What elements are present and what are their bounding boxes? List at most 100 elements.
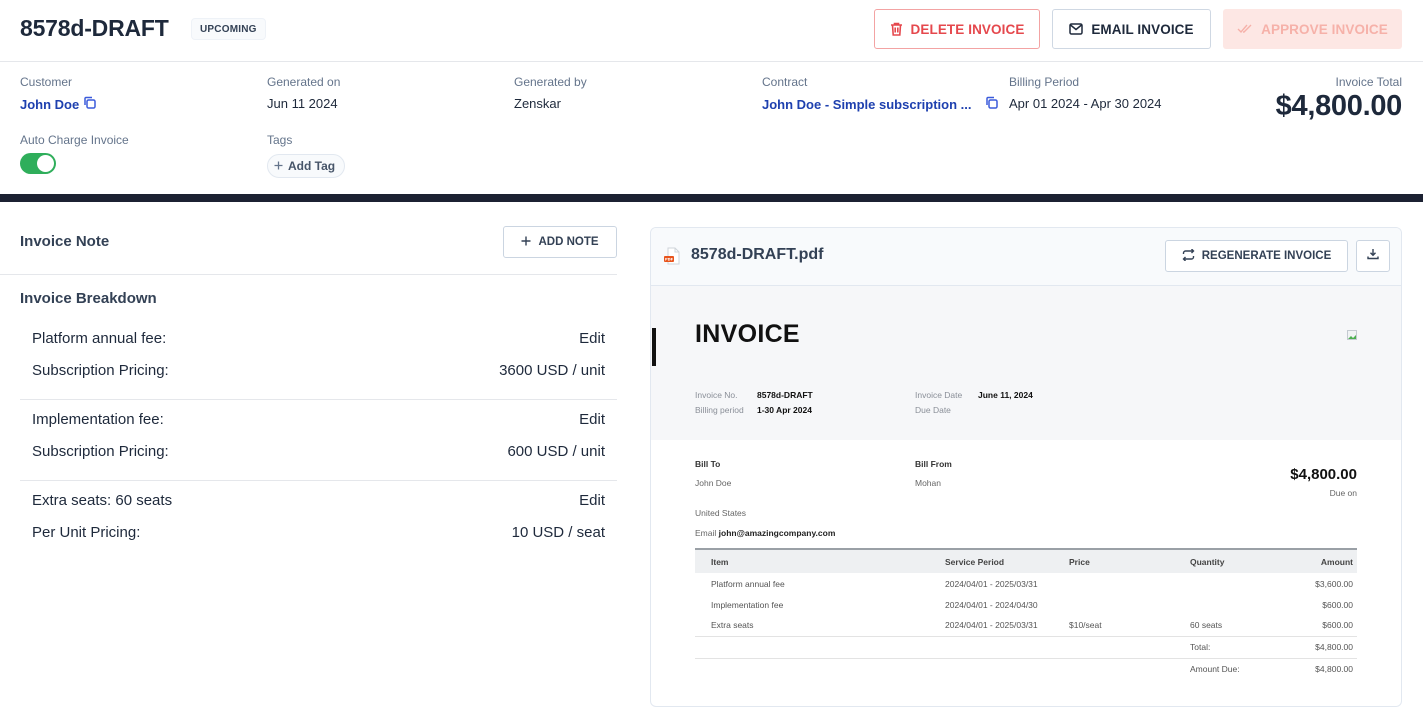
column-header: Service Period: [941, 548, 1065, 573]
invoice-total-label: Invoice Total: [1335, 75, 1403, 89]
billing-period-doc-value: 1-30 Apr 2024: [757, 405, 812, 415]
download-icon: [1367, 247, 1379, 265]
approve-invoice-label: APPROVE INVOICE: [1261, 21, 1388, 37]
pricing-label: Subscription Pricing:: [32, 443, 169, 460]
customer-label: Customer: [20, 75, 73, 89]
auto-charge-toggle[interactable]: [20, 153, 56, 174]
cell-item: Implementation fee: [711, 599, 784, 610]
invoice-document-header: INVOICE Invoice No. 8578d-DRAFT Billing …: [651, 286, 1401, 440]
billing-period-label: Billing Period: [1009, 75, 1080, 89]
generated-by-label: Generated by: [514, 75, 587, 89]
billing-period-value: Apr 01 2024 - Apr 30 2024: [1009, 96, 1162, 111]
trash-icon: [890, 22, 903, 36]
cell-quantity: 60 seats: [1190, 620, 1223, 631]
preview-header: PDF 8578d-DRAFT.pdf REGENERATE INVOICE: [651, 228, 1401, 286]
delete-invoice-button[interactable]: DELETE INVOICE: [874, 9, 1040, 49]
regenerate-invoice-label: REGENERATE INVOICE: [1201, 250, 1332, 262]
generated-on-value: Jun 11 2024: [267, 96, 338, 111]
envelope-icon: [1069, 23, 1084, 35]
cell-quantity: [1186, 594, 1282, 615]
cell-price: [1065, 594, 1186, 615]
pricing-value: 600 USD / unit: [507, 443, 605, 460]
divider: [20, 399, 617, 400]
edit-link[interactable]: Edit: [579, 411, 605, 428]
company-logo-image: [1347, 328, 1358, 340]
contract-link[interactable]: John Doe - Simple subscription ...: [762, 97, 971, 112]
copy-icon[interactable]: [83, 96, 96, 112]
bill-to-country: United States: [695, 508, 747, 518]
breakdown-item-row: Extra seats: 60 seats Edit: [32, 492, 605, 509]
invoice-no-value: 8578d-DRAFT: [757, 390, 813, 400]
column-header: Quantity: [1186, 548, 1282, 573]
cell-price: [1065, 573, 1186, 594]
contract-field: John Doe - Simple subscription ...: [762, 96, 999, 112]
pdf-file-icon: PDF: [663, 247, 681, 270]
download-button[interactable]: [1356, 240, 1390, 272]
divider: [0, 274, 617, 275]
breakdown-item-row: Platform annual fee: Edit: [32, 330, 605, 347]
edit-link[interactable]: Edit: [579, 330, 605, 347]
cell-amount: $600.00: [1322, 599, 1353, 610]
cell-price: $10/seat: [1069, 620, 1102, 631]
decorative-bar: [652, 328, 656, 366]
amount-due-label: Amount Due:: [1186, 657, 1282, 680]
invoice-breakdown-title: Invoice Breakdown: [20, 290, 157, 307]
cell-item: Extra seats: [711, 620, 754, 631]
breakdown-pricing-row: Subscription Pricing: 600 USD / unit: [32, 443, 605, 460]
pdf-file-name: 8578d-DRAFT.pdf: [691, 246, 824, 263]
invoice-header: 8578d-DRAFT UPCOMING DELETE INVOICE EMAI…: [0, 0, 1423, 62]
invoice-note-title: Invoice Note: [20, 233, 110, 250]
invoice-heading: INVOICE: [695, 320, 800, 348]
contract-label: Contract: [762, 75, 808, 89]
breakdown-item-name: Implementation fee:: [32, 411, 164, 428]
add-tag-label: Add Tag: [288, 159, 336, 173]
column-header: Price: [1065, 548, 1186, 573]
double-check-icon: [1237, 24, 1253, 34]
table-row: Implementation fee 2024/04/01 - 2024/04/…: [695, 594, 1357, 615]
bill-from-label: Bill From: [915, 459, 952, 469]
plus-icon: [521, 236, 531, 249]
approve-invoice-button[interactable]: APPROVE INVOICE: [1223, 9, 1402, 49]
copy-icon[interactable]: [985, 96, 999, 112]
pricing-label: Per Unit Pricing:: [32, 524, 141, 541]
breakdown-pricing-row: Per Unit Pricing: 10 USD / seat: [32, 524, 605, 541]
bill-to-email: Email john@amazingcompany.com: [695, 528, 835, 538]
total-value: $4,800.00: [1282, 635, 1357, 658]
add-tag-button[interactable]: Add Tag: [267, 154, 346, 178]
bill-to-label: Bill To: [695, 459, 721, 469]
email-invoice-button[interactable]: EMAIL INVOICE: [1052, 9, 1211, 49]
customer-link[interactable]: John Doe: [20, 97, 79, 112]
cell-service-period: 2024/04/01 - 2025/03/31: [945, 578, 1038, 589]
refresh-icon: [1182, 248, 1195, 264]
tags-label: Tags: [267, 133, 293, 147]
invoice-date-value: June 11, 2024: [978, 390, 1033, 400]
cell-service-period: 2024/04/01 - 2025/03/31: [945, 620, 1038, 631]
due-on-label: Due on: [1329, 488, 1357, 498]
customer-field: John Doe: [20, 96, 96, 112]
add-note-button[interactable]: ADD NOTE: [503, 226, 617, 258]
breakdown-item-name: Platform annual fee:: [32, 330, 167, 347]
billing-period-doc-label: Billing period: [695, 405, 744, 415]
email-value: john@amazingcompany.com: [718, 528, 836, 538]
cell-amount: $600.00: [1322, 620, 1353, 631]
status-badge: UPCOMING: [191, 18, 266, 40]
pricing-label: Subscription Pricing:: [32, 362, 169, 379]
svg-text:PDF: PDF: [665, 258, 674, 262]
invoice-preview-panel: PDF 8578d-DRAFT.pdf REGENERATE INVOICE I…: [650, 227, 1402, 707]
table-row: Extra seats 2024/04/01 - 2025/03/31 $10/…: [695, 615, 1357, 636]
cell-item: Platform annual fee: [711, 578, 785, 589]
plus-icon: [274, 159, 283, 173]
edit-link[interactable]: Edit: [579, 492, 605, 509]
toggle-knob: [37, 155, 54, 172]
amount-due-row: Amount Due: $4,800.00: [695, 657, 1357, 680]
total-row: Total: $4,800.00: [695, 635, 1357, 658]
regenerate-invoice-button[interactable]: REGENERATE INVOICE: [1165, 240, 1348, 272]
cell-service-period: 2024/04/01 - 2024/04/30: [945, 599, 1038, 610]
auto-charge-label: Auto Charge Invoice: [20, 133, 129, 147]
breakdown-item-row: Implementation fee: Edit: [32, 411, 605, 428]
invoice-amount: $4,800.00: [1290, 466, 1357, 483]
cell-amount: $3,600.00: [1315, 578, 1353, 589]
amount-due-value: $4,800.00: [1282, 657, 1357, 680]
bill-to-name: John Doe: [695, 478, 732, 488]
column-header: Amount: [1282, 548, 1357, 573]
